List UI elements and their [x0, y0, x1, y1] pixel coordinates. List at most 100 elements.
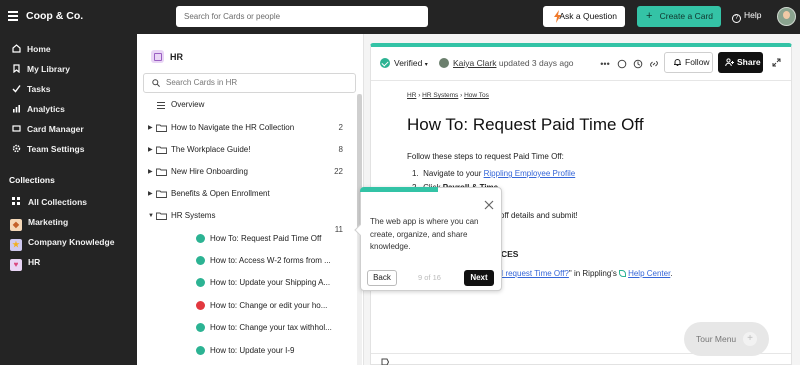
nav-item-label: Card Manager	[27, 124, 84, 134]
card-list-item[interactable]: How to: Change or edit your ho...	[137, 299, 357, 313]
tasks-icon	[12, 85, 21, 93]
marketing-emoji-icon: ◆	[10, 219, 22, 231]
expand-arrow-icon[interactable]: ▶	[148, 143, 153, 157]
card-list-item[interactable]: How to: Change your tax withhol...	[137, 321, 357, 335]
folder-row[interactable]: ▶ New Hire Onboarding 22	[137, 165, 357, 179]
expand-arrow-icon[interactable]: ▶	[148, 187, 153, 201]
rippling-profile-link[interactable]: Rippling Employee Profile	[484, 169, 576, 178]
tour-menu-button[interactable]: Tour Menu +	[684, 322, 769, 356]
updated-text: updated 3 days ago	[498, 58, 574, 68]
card-list-item[interactable]: How to: Access W-2 forms from ...	[137, 254, 357, 268]
resource-text: " in Rippling's	[568, 269, 620, 278]
help-center-link[interactable]: Help Center	[628, 269, 670, 278]
folder-icon	[156, 212, 167, 220]
brand-name[interactable]: Coop & Co.	[26, 10, 83, 22]
overview-item[interactable]: Overview	[137, 98, 357, 112]
follow-label: Follow	[685, 57, 710, 67]
tour-back-button[interactable]: Back	[367, 270, 397, 286]
comment-icon[interactable]	[617, 59, 627, 69]
analytics-icon	[13, 105, 20, 113]
nav-item-label: Home	[27, 44, 51, 54]
unverified-icon	[196, 301, 205, 310]
collection-marketing[interactable]: ◆ Marketing	[10, 216, 69, 231]
card-list-item[interactable]: How To: Request Paid Time Off	[137, 232, 357, 246]
collapse-arrow-icon[interactable]: ▼	[148, 209, 154, 223]
card-list-item[interactable]: How to: Update your I-9	[137, 344, 357, 358]
close-icon[interactable]	[484, 200, 494, 210]
user-avatar[interactable]	[777, 7, 796, 26]
folder-row[interactable]: ▶ The Workplace Guide! 8	[137, 143, 357, 157]
card-list-label: How To: Request Paid Time Off	[210, 234, 322, 243]
tour-next-button[interactable]: Next	[464, 270, 494, 286]
search-icon	[152, 79, 160, 87]
link-icon[interactable]	[649, 59, 659, 69]
nav-item-team-settings[interactable]: Team Settings	[12, 143, 84, 155]
folder-count: 2	[338, 123, 343, 132]
nav-item-tasks[interactable]: Tasks	[12, 83, 50, 95]
share-people-icon	[725, 58, 734, 67]
verified-icon	[196, 234, 205, 243]
expand-arrow-icon[interactable]: ▶	[148, 121, 153, 135]
grid-icon	[12, 197, 20, 205]
plus-icon: +	[646, 10, 653, 22]
bolt-icon	[554, 10, 561, 23]
card-list-label: How to: Change your tax withhol...	[210, 323, 332, 332]
breadcrumb-link[interactable]: How Tos	[464, 92, 489, 99]
collection-company-knowledge[interactable]: ★ Company Knowledge	[10, 236, 115, 251]
comment-bubble-icon[interactable]	[381, 358, 389, 365]
collection-label: Company Knowledge	[28, 237, 115, 247]
breadcrumb: HR › HR Systems › How Tos	[407, 92, 489, 99]
collection-label: Marketing	[28, 217, 69, 227]
author-info: Kaiya Clark updated 3 days ago	[439, 58, 574, 68]
star-icon: ★	[10, 239, 22, 251]
share-button[interactable]: Share	[718, 52, 763, 73]
collection-search-input[interactable]: Search Cards in HR	[143, 73, 356, 93]
expand-icon[interactable]	[772, 58, 781, 67]
create-card-button[interactable]: + Create a Card	[637, 6, 721, 27]
help-button[interactable]: ? Help	[732, 10, 761, 23]
folder-row[interactable]: ▶ Benefits & Open Enrollment	[137, 187, 357, 201]
ask-question-button[interactable]: Ask a Question	[543, 6, 625, 27]
tour-tooltip: The web app is where you can create, org…	[354, 187, 502, 291]
tour-progress-bar	[360, 187, 438, 192]
tour-menu-label: Tour Menu	[696, 334, 737, 344]
card-list-label: How to: Access W-2 forms from ...	[210, 256, 331, 265]
collection-search-placeholder: Search Cards in HR	[166, 78, 238, 87]
overview-label: Overview	[171, 100, 205, 109]
nav-item-label: Analytics	[27, 104, 65, 114]
nav-item-label: My Library	[27, 64, 70, 74]
step-text: Navigate to your	[423, 169, 484, 178]
author-avatar	[439, 58, 449, 68]
collection-label: All Collections	[28, 197, 88, 207]
nav-item-card-manager[interactable]: Card Manager	[12, 123, 84, 135]
card-list-item[interactable]: How to: Update your Shipping A...	[137, 276, 357, 290]
nav-item-my-library[interactable]: My Library	[12, 63, 70, 75]
verified-icon	[196, 346, 205, 355]
author-name[interactable]: Kaiya Clark	[453, 58, 496, 68]
folder-icon	[156, 124, 167, 132]
resource-link[interactable]: I request Time Off?	[501, 269, 569, 278]
menu-icon[interactable]	[8, 11, 18, 21]
verification-status[interactable]: Verified ▾	[380, 58, 428, 68]
folder-row[interactable]: ▶ How to Navigate the HR Collection 2	[137, 121, 357, 135]
breadcrumb-link[interactable]: HR Systems	[422, 92, 458, 99]
folder-row[interactable]: ▼ HR Systems 11	[137, 209, 357, 234]
nav-item-analytics[interactable]: Analytics	[12, 103, 65, 115]
home-icon	[12, 44, 21, 53]
nav-item-home[interactable]: Home	[12, 43, 51, 55]
follow-button[interactable]: Follow	[664, 52, 713, 73]
global-search-input[interactable]: Search for Cards or people	[176, 6, 428, 27]
collection-panel: HR Search Cards in HR Overview ▶ How to …	[137, 34, 364, 365]
collection-all[interactable]: All Collections	[10, 195, 87, 208]
verified-icon	[196, 323, 205, 332]
breadcrumb-link[interactable]: HR	[407, 92, 416, 99]
collection-hr[interactable]: ♥ HR	[10, 256, 40, 271]
folder-icon	[156, 190, 167, 198]
create-card-label: Create a Card	[659, 11, 713, 21]
more-icon[interactable]: •••	[600, 59, 610, 69]
history-icon[interactable]	[633, 59, 643, 69]
card-title: How To: Request Paid Time Off	[407, 115, 644, 134]
expand-arrow-icon[interactable]: ▶	[148, 165, 153, 179]
bookmark-icon	[13, 64, 20, 73]
verified-icon	[196, 278, 205, 287]
